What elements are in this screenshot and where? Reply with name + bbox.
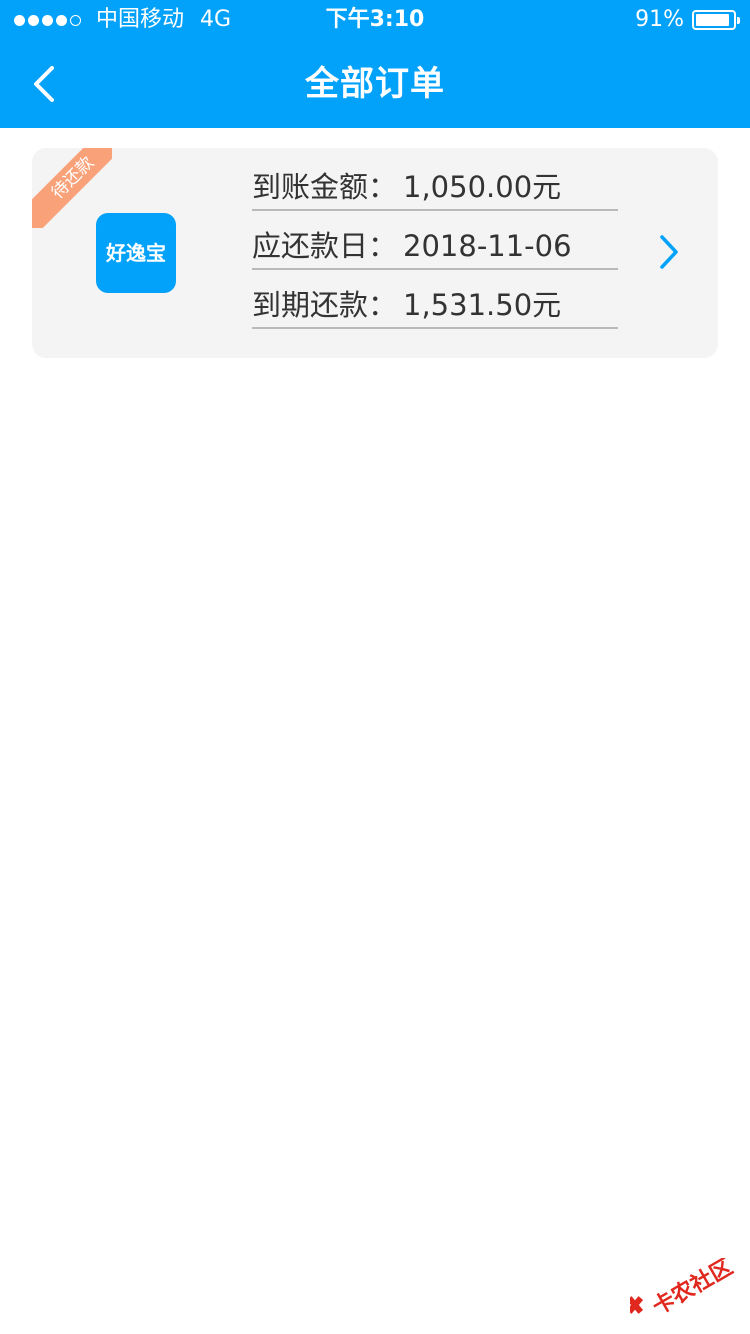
battery-icon — [692, 10, 740, 30]
header: 中国移动 4G 下午3:10 91% 全部订单 — [0, 0, 750, 128]
status-right: 91% — [635, 0, 740, 40]
navigation-bar: 全部订单 — [0, 40, 750, 128]
chevron-right-icon[interactable] — [656, 232, 682, 272]
order-fields: 到账金额： 1,050.00元 应还款日： 2018-11-06 到期还款： 1,53… — [252, 162, 618, 339]
received-amount-value: 1,050.00元 — [403, 170, 562, 204]
battery-percent: 91% — [635, 7, 684, 32]
repayment-amount-label: 到期还款： — [252, 288, 398, 322]
due-date-row: 应还款日： 2018-11-06 — [252, 221, 618, 270]
repayment-amount-row: 到期还款： 1,531.50元 — [252, 280, 618, 329]
watermark-logo: 卡农社区 — [630, 1258, 737, 1318]
received-amount-label: 到账金额： — [252, 170, 398, 204]
due-date-label: 应还款日： — [252, 229, 398, 263]
watermark-text: 卡农社区 — [648, 1258, 737, 1318]
received-amount-row: 到账金额： 1,050.00元 — [252, 162, 618, 211]
order-card[interactable]: 待还款 好逸宝 到账金额： 1,050.00元 应还款日： 2018-11-06 到… — [32, 148, 718, 358]
repayment-amount-value: 1,531.50元 — [403, 288, 562, 322]
status-bar: 中国移动 4G 下午3:10 91% — [0, 0, 750, 40]
app-logo: 好逸宝 — [96, 213, 176, 293]
due-date-value: 2018-11-06 — [403, 229, 572, 263]
page-title: 全部订单 — [305, 64, 445, 104]
